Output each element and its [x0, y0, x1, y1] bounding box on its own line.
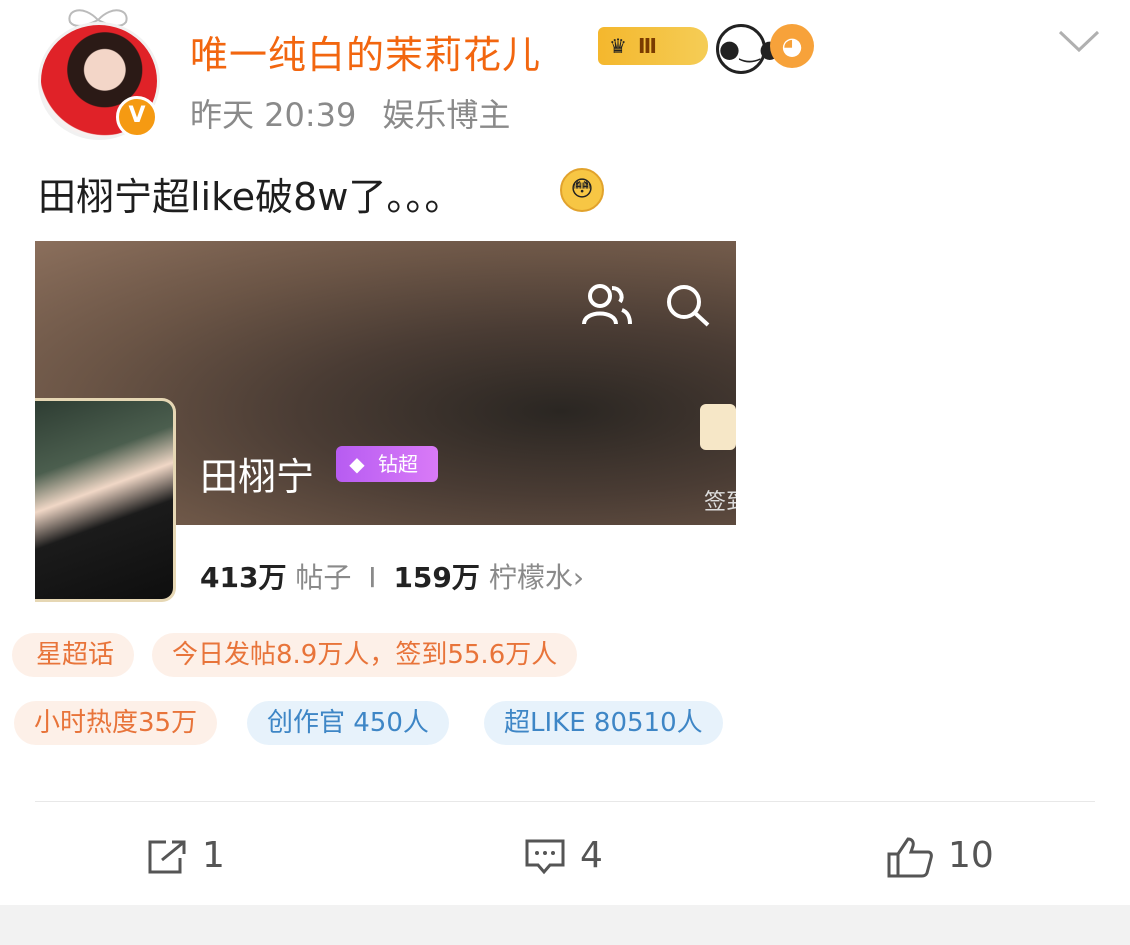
tier-badge: ◆ 钻超: [336, 446, 438, 482]
stats-line: 413万 帖子 I 159万 柠檬水›: [200, 556, 584, 596]
level-badge[interactable]: ♛ Ⅲ: [598, 27, 708, 65]
posts-count: 413万: [200, 561, 287, 594]
user-role: 娱乐博主: [382, 96, 511, 134]
search-icon: [667, 285, 710, 327]
verified-badge: V: [116, 96, 158, 138]
post-meta: 昨天 20:39 娱乐博主: [190, 90, 536, 136]
bottom-bar: [0, 905, 1130, 945]
posts-label: 帖子: [295, 561, 352, 594]
like-count: 10: [948, 835, 994, 876]
pill-hourly-heat: 小时热度35万: [14, 701, 218, 745]
pill-creators: 创作官 450人: [247, 701, 449, 745]
comment-count: 4: [580, 835, 603, 876]
diamond-icon: ◆: [349, 452, 365, 476]
divider: [35, 801, 1095, 802]
username[interactable]: 唯一纯白的茉莉花儿: [190, 24, 541, 79]
post-time: 昨天 20:39: [190, 96, 357, 134]
panda-icon[interactable]: ●‿●: [716, 24, 780, 74]
fans-label: 柠檬水: [488, 561, 573, 594]
pill-super-like: 超LIKE 80510人: [484, 701, 723, 745]
people-icon: [582, 284, 632, 325]
pill-supertopic: 星超话: [12, 633, 135, 677]
post-text: 田栩宁超like破8w了。。。: [38, 175, 463, 219]
calendar-icon: [700, 404, 736, 450]
flushed-face-icon: 😳: [560, 168, 604, 212]
share-icon: [148, 840, 186, 874]
share-count: 1: [202, 835, 225, 876]
star-avatar: [35, 398, 176, 602]
fish-icon[interactable]: ◕: [770, 24, 814, 68]
thumbs-up-icon: [887, 837, 933, 878]
crown-icon: ♛: [609, 34, 627, 58]
chevron-down-icon[interactable]: [1056, 26, 1102, 56]
star-name: 田栩宁: [200, 455, 315, 499]
pill-today-posts: 今日发帖8.9万人，签到55.6万人: [152, 633, 578, 677]
comment-button[interactable]: 4: [524, 834, 603, 878]
stats-separator: I: [368, 561, 377, 594]
share-button[interactable]: 1: [146, 834, 225, 878]
fans-count: 159万: [393, 561, 480, 594]
chevron-right-icon: ›: [572, 561, 585, 594]
comment-icon: [525, 839, 565, 875]
like-button[interactable]: 10: [886, 834, 994, 878]
checkin-label: 签到: [704, 490, 736, 515]
